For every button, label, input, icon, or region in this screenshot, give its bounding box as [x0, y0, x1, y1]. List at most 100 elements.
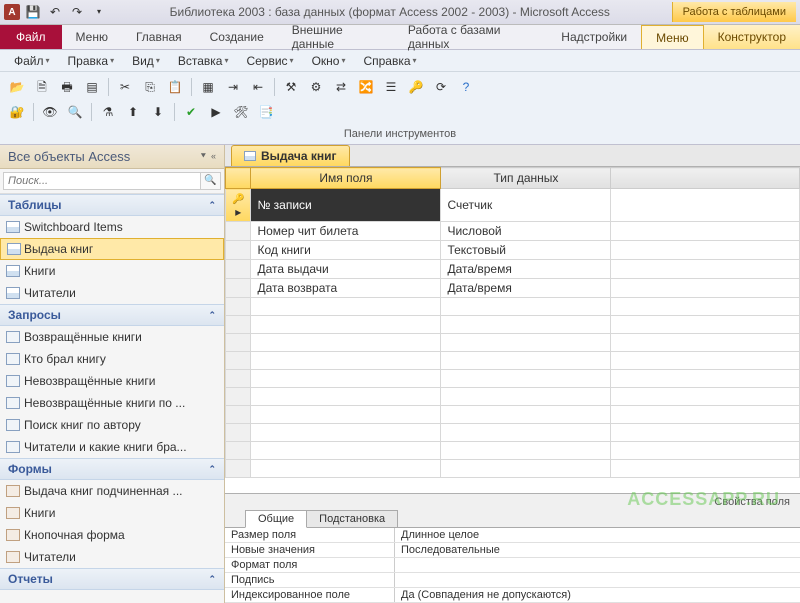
- build-icon[interactable]: ⚒: [280, 76, 302, 98]
- record-icon[interactable]: ▶: [205, 101, 227, 123]
- field-name-cell[interactable]: Код книги: [251, 241, 441, 260]
- search-input[interactable]: [3, 172, 201, 190]
- nav-header[interactable]: Все объекты Access ⯆«: [0, 145, 224, 169]
- field-name-cell[interactable]: Дата выдачи: [251, 260, 441, 279]
- description-cell[interactable]: [611, 370, 800, 388]
- description-cell[interactable]: [611, 298, 800, 316]
- field-name-cell[interactable]: Номер чит билета: [251, 222, 441, 241]
- data-type-cell[interactable]: [441, 406, 611, 424]
- data-type-cell[interactable]: [441, 388, 611, 406]
- property-row[interactable]: Формат поля: [225, 558, 800, 573]
- field-name-cell[interactable]: [251, 406, 441, 424]
- column-header-datatype[interactable]: Тип данных: [441, 168, 611, 189]
- row-selector[interactable]: [226, 370, 251, 388]
- row-selector[interactable]: 🔑▸: [226, 189, 251, 222]
- nav-group-header[interactable]: Таблицы⌃: [0, 194, 224, 216]
- ribbon-tab-menu-ctx[interactable]: Меню: [641, 25, 703, 49]
- field-name-cell[interactable]: [251, 442, 441, 460]
- macro-icon[interactable]: ⚙: [305, 76, 327, 98]
- nav-item[interactable]: Выдача книг: [0, 238, 224, 260]
- copy-icon[interactable]: ⎘: [139, 76, 161, 98]
- menu-edit[interactable]: Правка▾: [60, 52, 123, 70]
- field-name-cell[interactable]: [251, 298, 441, 316]
- data-type-cell[interactable]: [441, 442, 611, 460]
- nav-group-header[interactable]: Запросы⌃: [0, 304, 224, 326]
- help-icon[interactable]: ?: [455, 76, 477, 98]
- relations-icon[interactable]: ⇄: [330, 76, 352, 98]
- row-selector[interactable]: [226, 298, 251, 316]
- document-tab[interactable]: Выдача книг: [231, 145, 350, 166]
- new-icon[interactable]: 🗎: [31, 76, 53, 98]
- data-type-cell[interactable]: [441, 370, 611, 388]
- nav-item[interactable]: Возвращённые книги: [0, 326, 224, 348]
- menu-view[interactable]: Вид▾: [124, 52, 168, 70]
- property-value[interactable]: [395, 558, 800, 572]
- row-selector[interactable]: [226, 442, 251, 460]
- nav-item[interactable]: Выдача книг подчиненная ...: [0, 480, 224, 502]
- props-icon[interactable]: 📑: [255, 101, 277, 123]
- description-cell[interactable]: [611, 388, 800, 406]
- field-name-cell[interactable]: [251, 370, 441, 388]
- menu-insert[interactable]: Вставка▾: [170, 52, 237, 70]
- sheet-icon[interactable]: ▤: [81, 76, 103, 98]
- menu-service[interactable]: Сервис▾: [238, 52, 301, 70]
- search-icon[interactable]: 🔍: [201, 172, 221, 190]
- data-type-cell[interactable]: Текстовый: [441, 241, 611, 260]
- ribbon-tab[interactable]: Внешние данные: [278, 25, 394, 49]
- description-cell[interactable]: [611, 189, 800, 222]
- row-selector[interactable]: [226, 241, 251, 260]
- data-type-cell[interactable]: Числовой: [441, 222, 611, 241]
- description-cell[interactable]: [611, 460, 800, 478]
- redo-icon[interactable]: ↷: [68, 3, 86, 21]
- row-selector[interactable]: [226, 424, 251, 442]
- save-icon[interactable]: 💾: [24, 3, 42, 21]
- data-type-cell[interactable]: [441, 334, 611, 352]
- row-selector[interactable]: [226, 316, 251, 334]
- property-value[interactable]: Последовательные: [395, 543, 800, 557]
- sort-asc-icon[interactable]: ⬆: [122, 101, 144, 123]
- description-cell[interactable]: [611, 260, 800, 279]
- row-selector[interactable]: [226, 334, 251, 352]
- row-insert-icon[interactable]: ⇥: [222, 76, 244, 98]
- description-cell[interactable]: [611, 334, 800, 352]
- nav-item[interactable]: Невозвращённые книги по ...: [0, 392, 224, 414]
- description-cell[interactable]: [611, 241, 800, 260]
- field-name-cell[interactable]: [251, 424, 441, 442]
- list-icon[interactable]: ☰: [380, 76, 402, 98]
- data-type-cell[interactable]: Дата/время: [441, 260, 611, 279]
- nav-item[interactable]: Читатели: [0, 282, 224, 304]
- column-header-fieldname[interactable]: Имя поля: [251, 168, 441, 189]
- property-row[interactable]: Новые значенияПоследовательные: [225, 543, 800, 558]
- row-selector[interactable]: [226, 388, 251, 406]
- file-tab[interactable]: Файл: [0, 25, 62, 49]
- print-icon[interactable]: 🖶: [56, 76, 78, 98]
- property-row[interactable]: Подпись: [225, 573, 800, 588]
- filter-icon[interactable]: ⚗: [97, 101, 119, 123]
- property-tab-lookup[interactable]: Подстановка: [306, 510, 398, 528]
- description-cell[interactable]: [611, 352, 800, 370]
- cut-icon[interactable]: ✂: [114, 76, 136, 98]
- field-name-cell[interactable]: [251, 334, 441, 352]
- nav-item[interactable]: Книги: [0, 260, 224, 282]
- description-cell[interactable]: [611, 316, 800, 334]
- table-design-grid[interactable]: Имя поля Тип данных 🔑▸ № записи Счетчик …: [225, 167, 800, 493]
- row-selector[interactable]: [226, 460, 251, 478]
- nav-item[interactable]: Кнопочная форма: [0, 524, 224, 546]
- check-icon[interactable]: ✔: [180, 101, 202, 123]
- menu-help[interactable]: Справка▾: [355, 52, 424, 70]
- index-icon[interactable]: 🔑: [405, 76, 427, 98]
- qat-more-icon[interactable]: ▾: [90, 3, 108, 21]
- row-selector[interactable]: [226, 406, 251, 424]
- menu-window[interactable]: Окно▾: [304, 52, 354, 70]
- ribbon-tab[interactable]: Главная: [122, 25, 196, 49]
- refresh-icon[interactable]: ⟳: [430, 76, 452, 98]
- view-icon[interactable]: 👁: [39, 101, 61, 123]
- data-type-cell[interactable]: [441, 298, 611, 316]
- data-type-cell[interactable]: Дата/время: [441, 279, 611, 298]
- field-name-cell[interactable]: [251, 460, 441, 478]
- ribbon-tab-constructor[interactable]: Конструктор: [704, 25, 800, 49]
- ribbon-tab[interactable]: Надстройки: [547, 25, 641, 49]
- nav-item[interactable]: Читатели: [0, 546, 224, 568]
- description-cell[interactable]: [611, 406, 800, 424]
- nav-item[interactable]: Читатели и какие книги бра...: [0, 436, 224, 458]
